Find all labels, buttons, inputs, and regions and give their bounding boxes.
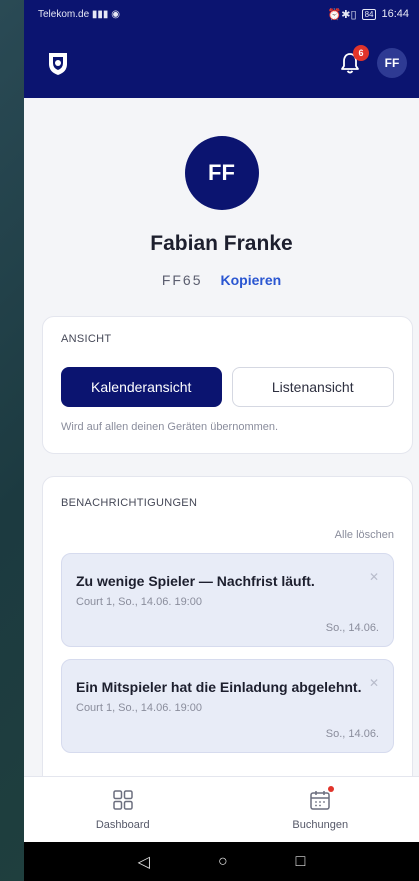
nav-bookings-label: Buchungen: [292, 818, 349, 831]
notification-count-badge: 6: [353, 45, 369, 61]
scroll-content[interactable]: FF Fabian Franke FF65 Kopieren ANSICHT K…: [24, 98, 419, 776]
app-bar-actions: 6 FF: [339, 45, 407, 78]
list-view-button[interactable]: Listenansicht: [231, 367, 394, 407]
notification-bell-button[interactable]: 6: [339, 45, 369, 75]
view-toggle: Kalenderansicht Listenansicht: [61, 367, 394, 407]
avatar[interactable]: FF: [377, 48, 407, 78]
club-crest-icon[interactable]: [46, 50, 70, 76]
clear-all-button[interactable]: Alle löschen: [61, 529, 394, 541]
dashboard-grid-icon: [113, 789, 133, 810]
profile-code-row: FF65 Kopieren: [24, 272, 419, 288]
status-right: ⏰✱▯ 84 16:44: [328, 8, 409, 21]
profile-name: Fabian Franke: [150, 232, 293, 255]
system-nav-bar: ◁ ○ □: [24, 842, 419, 881]
battery-icon: 84: [361, 8, 377, 20]
notification-title: Ein Mitspieler hat die Einladung abgeleh…: [76, 679, 362, 695]
nav-dashboard-label: Dashboard: [95, 818, 150, 831]
notification-title: Zu wenige Spieler — Nachfrist läuft.: [76, 573, 315, 589]
profile-avatar: FF: [184, 136, 259, 210]
notification-subtitle: Court 1, So., 14.06. 19:00: [76, 596, 202, 608]
carrier-label: Telekom.de: [38, 8, 90, 20]
nav-bookings[interactable]: Buchungen: [222, 777, 419, 842]
view-settings-card: ANSICHT Kalenderansicht Listenansicht Wi…: [42, 316, 413, 454]
close-icon[interactable]: ✕: [369, 570, 379, 584]
alarm-icon: ⏰✱▯: [327, 8, 357, 21]
notification-item[interactable]: Zu wenige Spieler — Nachfrist läuft. Cou…: [61, 553, 394, 647]
home-icon[interactable]: ○: [218, 853, 228, 871]
top-bar: Telekom.de ▮▮▮ ◉ ⏰✱▯ 84 16:44 6 FF: [24, 0, 419, 98]
status-bar: Telekom.de ▮▮▮ ◉ ⏰✱▯ 84 16:44: [24, 0, 419, 28]
nav-dashboard[interactable]: Dashboard: [24, 777, 222, 842]
notifications-card: BENACHRICHTIGUNGEN Alle löschen Zu wenig…: [42, 476, 413, 776]
profile-header: FF Fabian Franke FF65 Kopieren: [24, 98, 419, 288]
notification-item[interactable]: Ein Mitspieler hat die Einladung abgeleh…: [61, 659, 394, 753]
signal-icon: ▮▮▮ ◉: [91, 8, 120, 20]
profile-code: FF65: [161, 272, 203, 288]
view-section-title: ANSICHT: [61, 333, 112, 345]
calendar-view-button[interactable]: Kalenderansicht: [61, 367, 222, 407]
bottom-nav: Dashboard Buchungen: [24, 776, 419, 842]
notification-date: So., 14.06.: [325, 728, 379, 740]
copy-code-link[interactable]: Kopieren: [221, 272, 282, 288]
clock: 16:44: [381, 8, 409, 20]
bookings-indicator-dot: [328, 785, 335, 792]
notification-subtitle: Court 1, So., 14.06. 19:00: [76, 702, 202, 714]
notification-date: So., 14.06.: [325, 622, 379, 634]
app-bar: 6 FF: [24, 28, 419, 98]
view-hint: Wird auf allen deinen Geräten übernommen…: [61, 421, 279, 433]
back-icon[interactable]: ◁: [138, 852, 150, 872]
close-icon[interactable]: ✕: [369, 676, 379, 690]
app-screen: Telekom.de ▮▮▮ ◉ ⏰✱▯ 84 16:44 6 FF FF Fa…: [24, 0, 419, 881]
status-left: Telekom.de ▮▮▮ ◉: [38, 9, 120, 20]
calendar-icon: [309, 785, 335, 811]
notifications-section-title: BENACHRICHTIGUNGEN: [61, 497, 198, 509]
recents-icon[interactable]: □: [296, 853, 306, 871]
